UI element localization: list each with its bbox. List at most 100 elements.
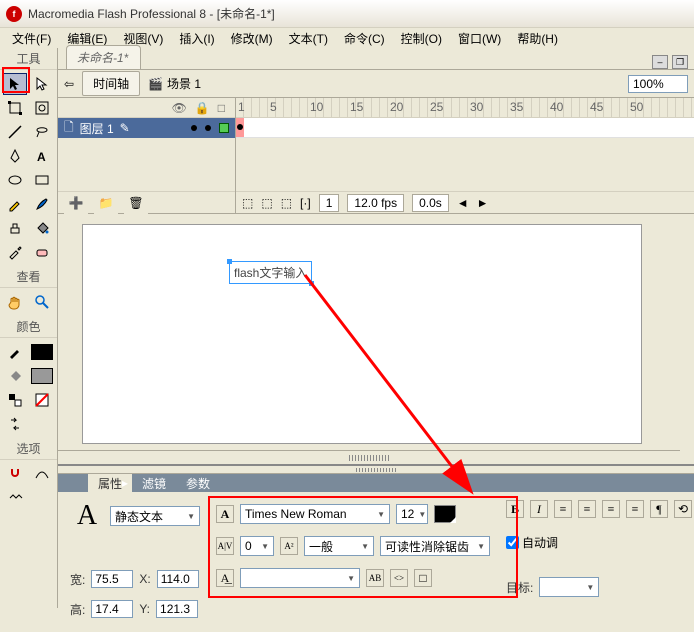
menu-insert[interactable]: 插入(I) (171, 28, 222, 49)
align-justify-btn[interactable]: ≡ (626, 500, 644, 518)
no-color-btn[interactable] (30, 389, 54, 411)
frames-column: 1 5 10 15 20 25 30 35 40 45 50 ⬚ ⬚ ⬚ [·]… (236, 98, 694, 213)
gradient-transform-tool[interactable] (30, 97, 54, 119)
eye-icon[interactable]: 👁 (172, 101, 187, 115)
align-right-btn[interactable]: ≡ (602, 500, 620, 518)
scene-icon: 🎬 (148, 77, 163, 91)
ruler-tick: 15 (350, 100, 363, 114)
subselection-tool[interactable] (30, 73, 54, 95)
free-transform-tool[interactable] (3, 97, 27, 119)
current-frame: 1 (319, 194, 340, 212)
document-tab[interactable]: 未命名-1* (66, 45, 141, 69)
eyedropper-tool[interactable] (3, 241, 27, 263)
align-center-btn[interactable]: ≡ (578, 500, 596, 518)
straighten-option[interactable] (3, 487, 27, 509)
selection-tool[interactable] (3, 73, 27, 95)
paragraph-btn[interactable]: ¶ (650, 500, 668, 518)
frames-scroll-left[interactable]: ◄ (457, 196, 469, 210)
width-label: 宽: (70, 571, 85, 588)
snap-option[interactable] (3, 463, 27, 485)
stage-scrollbar[interactable] (58, 450, 680, 464)
frame-ruler[interactable]: 1 5 10 15 20 25 30 35 40 45 50 (236, 98, 694, 118)
stage[interactable]: flash文字输入 (82, 224, 642, 444)
doc-minimize-btn[interactable]: – (652, 55, 668, 69)
fill-color-icon (3, 365, 27, 387)
layer-name: 图层 1 (80, 120, 114, 137)
align-left-btn[interactable]: ≡ (554, 500, 572, 518)
timeline-button[interactable]: 时间轴 (82, 71, 140, 96)
scene-label[interactable]: 🎬 场景 1 (148, 75, 201, 92)
text-color[interactable] (434, 505, 456, 523)
menu-help[interactable]: 帮助(H) (509, 28, 566, 49)
target-dropdown[interactable]: ▼ (539, 577, 599, 597)
paint-bucket-tool[interactable] (30, 217, 54, 239)
eraser-tool[interactable] (30, 241, 54, 263)
height-label: 高: (70, 601, 85, 618)
height-input[interactable] (91, 600, 133, 618)
menu-control[interactable]: 控制(O) (393, 28, 450, 49)
brush-tool[interactable] (30, 193, 54, 215)
lasso-tool[interactable] (30, 121, 54, 143)
scene-name: 场景 1 (167, 75, 201, 92)
pen-tool[interactable] (3, 145, 27, 167)
hand-tool[interactable] (3, 291, 27, 313)
black-white-btn[interactable] (3, 389, 27, 411)
panel-collapse-icon[interactable]: ▸ (122, 476, 128, 490)
zoom-input[interactable]: 100% (628, 75, 688, 93)
italic-btn[interactable]: I (530, 500, 548, 518)
doc-restore-btn[interactable]: ❐ (672, 55, 688, 69)
menu-commands[interactable]: 命令(C) (336, 28, 393, 49)
app-icon: f (6, 6, 22, 22)
lock-icon[interactable]: 🔒 (195, 101, 210, 115)
swap-colors-btn[interactable] (3, 413, 27, 435)
smooth-option[interactable] (30, 463, 54, 485)
panel-grip[interactable] (58, 466, 694, 474)
delete-layer-btn[interactable]: 🗑 (124, 192, 148, 214)
y-input[interactable] (156, 600, 198, 618)
onion-skin-btn[interactable]: ⬚ (242, 196, 253, 210)
stage-area: flash文字输入 (58, 214, 694, 464)
ink-bottle-tool[interactable] (3, 217, 27, 239)
keyframe-1[interactable] (237, 124, 243, 130)
rectangle-tool[interactable] (30, 169, 54, 191)
edit-multiple-btn[interactable]: ⬚ (281, 196, 292, 210)
timeline-collapse-icon[interactable]: ⇦ (64, 77, 74, 91)
width-input[interactable] (91, 570, 133, 588)
layers-footer: ➕ 📁 🗑 (58, 191, 235, 213)
colors-header: 颜色 (0, 316, 57, 338)
add-guide-btn[interactable]: 📁 (94, 192, 118, 214)
menu-modify[interactable]: 修改(M) (223, 28, 281, 49)
onion-markers-btn[interactable]: [·] (300, 196, 311, 210)
properties-panel: ▸ 属性 滤镜 参数 A 静态文本▼ 宽: X: 高: Y: (58, 464, 694, 611)
stroke-color[interactable] (30, 341, 54, 363)
tab-filters[interactable]: 滤镜 (132, 473, 176, 494)
layer-header-icons: 👁 🔒 □ (58, 98, 235, 118)
layer-pencil-icon: ✎ (120, 121, 130, 135)
outline-icon[interactable]: □ (218, 101, 225, 115)
text-object[interactable]: flash文字输入 (229, 261, 312, 284)
menu-text[interactable]: 文本(T) (281, 28, 336, 49)
menu-window[interactable]: 窗口(W) (450, 28, 509, 49)
frames-footer: ⬚ ⬚ ⬚ [·] 1 12.0 fps 0.0s ◄ ► (236, 191, 694, 213)
zoom-tool[interactable] (30, 291, 54, 313)
text-tool[interactable]: A (30, 145, 54, 167)
x-input[interactable] (157, 570, 199, 588)
app-title: Macromedia Flash Professional 8 - [未命名-1… (28, 5, 275, 22)
orientation-btn[interactable]: ⟲ (674, 500, 692, 518)
pencil-tool[interactable] (3, 193, 27, 215)
fill-color[interactable] (30, 365, 54, 387)
layer-1[interactable]: 🗋 图层 1 ✎ (58, 118, 235, 138)
onion-outline-btn[interactable]: ⬚ (261, 196, 272, 210)
line-tool[interactable] (3, 121, 27, 143)
text-type-dropdown[interactable]: 静态文本▼ (110, 506, 200, 526)
tab-params[interactable]: 参数 (176, 473, 220, 494)
frame-track[interactable] (236, 118, 694, 138)
menu-file[interactable]: 文件(F) (4, 28, 59, 49)
stroke-color-icon (3, 341, 27, 363)
title-bar: f Macromedia Flash Professional 8 - [未命名… (0, 0, 694, 28)
add-layer-btn[interactable]: ➕ (64, 192, 88, 214)
ruler-tick: 1 (238, 100, 245, 114)
frames-scroll-right[interactable]: ► (477, 196, 489, 210)
ruler-tick: 45 (590, 100, 603, 114)
oval-tool[interactable] (3, 169, 27, 191)
